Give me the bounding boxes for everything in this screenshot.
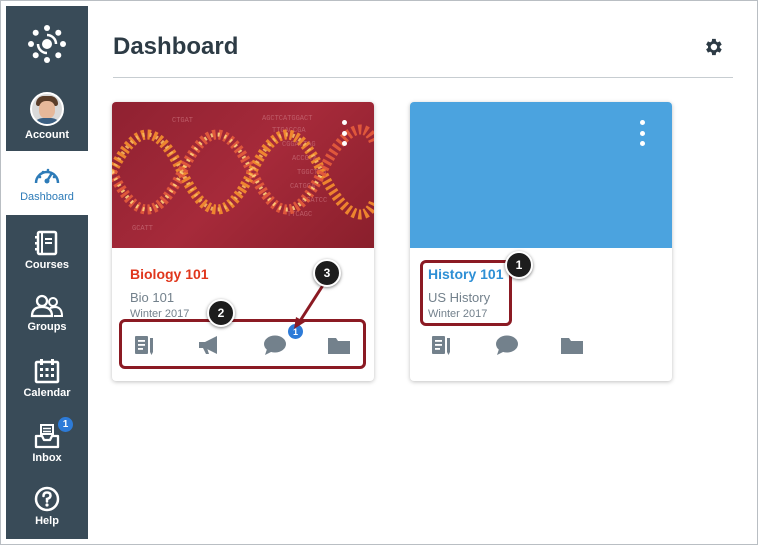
callout-arrow xyxy=(294,278,329,329)
callout-number-2: 2 xyxy=(207,299,235,327)
app-window: Account Dashboard Courses Groups Calenda… xyxy=(0,0,758,545)
callout-number-3: 3 xyxy=(313,259,341,287)
callout-number-1: 1 xyxy=(505,251,533,279)
